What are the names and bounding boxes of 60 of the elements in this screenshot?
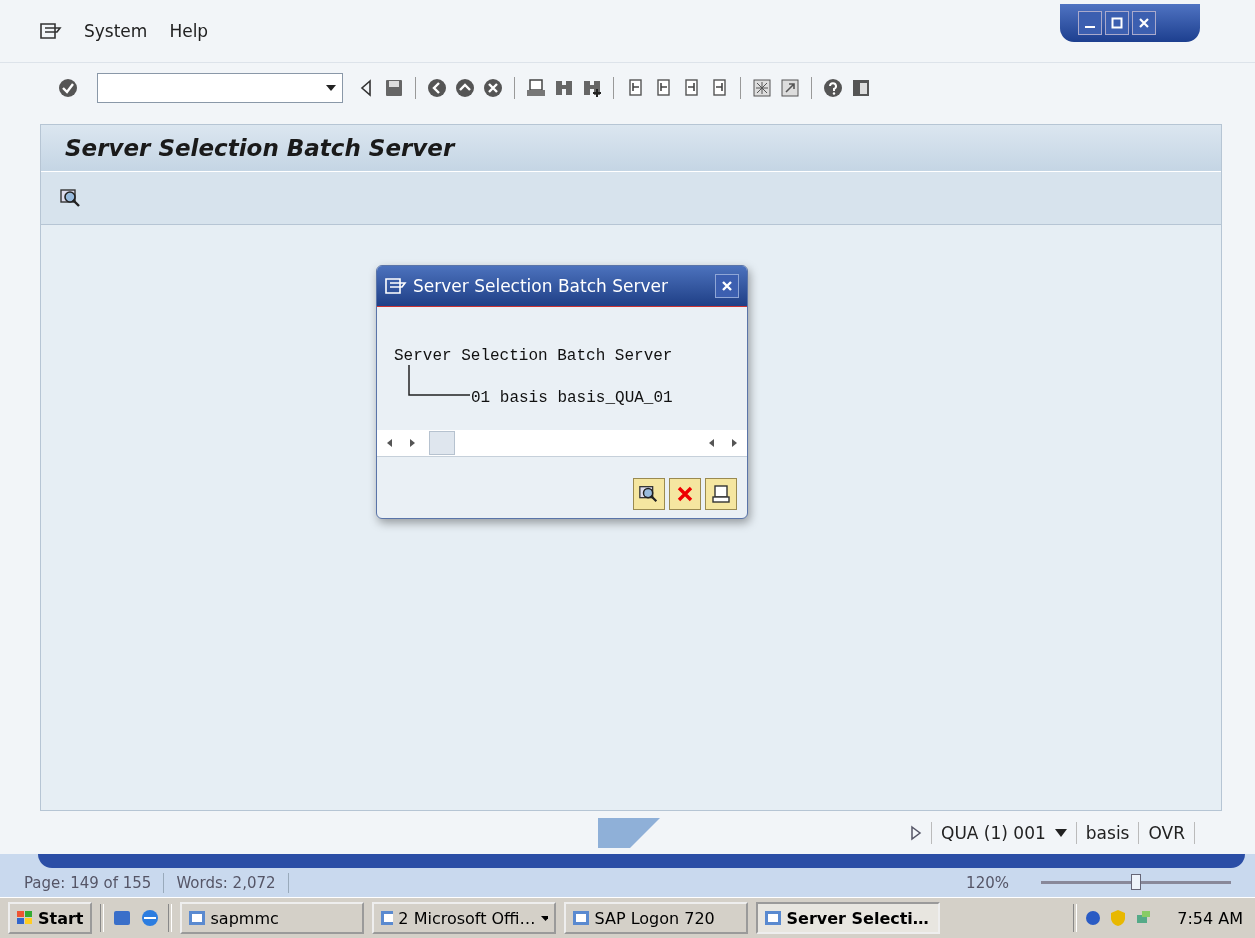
close-button[interactable] bbox=[715, 274, 739, 298]
taskbar-button[interactable]: 2 Microsoft Offi… bbox=[371, 902, 556, 934]
window-grid-icon[interactable] bbox=[751, 77, 773, 99]
word-count: Words: 2,072 bbox=[176, 873, 276, 892]
layout-icon[interactable] bbox=[850, 77, 872, 99]
minimize-button[interactable] bbox=[1078, 11, 1102, 35]
dropdown-caret-icon[interactable] bbox=[1054, 828, 1067, 837]
cancel-button[interactable] bbox=[669, 477, 701, 510]
print-icon bbox=[711, 483, 731, 504]
scroll-left-icon[interactable] bbox=[385, 438, 395, 448]
expand-arrow-icon[interactable] bbox=[910, 824, 922, 841]
circle-up-icon[interactable] bbox=[454, 77, 476, 99]
windows-flag-icon bbox=[16, 910, 34, 926]
dialog-menu-icon[interactable] bbox=[385, 278, 407, 294]
maximize-button[interactable] bbox=[1105, 11, 1129, 35]
zoom-slider-thumb[interactable] bbox=[1131, 874, 1141, 890]
page-count: Page: 149 of 155 bbox=[24, 873, 152, 892]
start-button[interactable]: Start bbox=[8, 902, 92, 934]
caret-icon bbox=[540, 915, 548, 921]
select-button[interactable] bbox=[633, 477, 665, 510]
window-icon bbox=[763, 909, 782, 927]
save-icon[interactable] bbox=[383, 77, 405, 99]
clock: 7:54 AM bbox=[1177, 908, 1243, 928]
dialog-title: Server Selection Batch Server bbox=[413, 276, 669, 296]
menu-icon[interactable] bbox=[40, 23, 62, 39]
zoom-level: 120% bbox=[966, 873, 1009, 892]
system-info: QUA (1) 001 bbox=[941, 822, 1046, 843]
taskbar-button[interactable]: SAP Logon 720 bbox=[563, 902, 748, 934]
minimize-icon bbox=[1085, 26, 1095, 28]
dropdown-caret-icon[interactable] bbox=[326, 85, 336, 91]
tree-connector bbox=[408, 365, 470, 399]
maximize-icon bbox=[1111, 17, 1123, 29]
print-icon[interactable] bbox=[525, 77, 547, 99]
menu-item[interactable]: System bbox=[84, 21, 148, 41]
circle-cancel-icon[interactable] bbox=[482, 77, 504, 99]
horizontal-scrollbar[interactable] bbox=[377, 430, 747, 456]
sap-logo-icon bbox=[598, 818, 660, 848]
window-icon bbox=[187, 909, 206, 927]
cancel-icon bbox=[676, 484, 694, 503]
print-button[interactable] bbox=[705, 477, 737, 510]
user-name: basis bbox=[1085, 822, 1130, 843]
screen-title: Server Selection Batch Server bbox=[65, 135, 455, 161]
command-field[interactable] bbox=[97, 73, 343, 103]
close-icon bbox=[1138, 17, 1150, 29]
close-icon bbox=[721, 280, 733, 292]
menu-item[interactable]: Help bbox=[169, 21, 209, 41]
taskbar-button[interactable]: Server Selecti… bbox=[755, 902, 940, 934]
tree-node[interactable]: Server Selection Batch Server bbox=[394, 347, 673, 365]
close-button[interactable] bbox=[1132, 11, 1156, 35]
taskbar-button[interactable]: sapmmc bbox=[179, 902, 364, 934]
scroll-left-icon[interactable] bbox=[707, 438, 717, 448]
scroll-right-icon[interactable] bbox=[729, 438, 739, 448]
tree-node[interactable]: 01 basis basis_QUA_01 bbox=[471, 389, 673, 407]
circle-left-icon[interactable] bbox=[426, 77, 448, 99]
check-icon[interactable] bbox=[57, 77, 79, 99]
window-icon bbox=[379, 909, 394, 927]
scroll-thumb[interactable] bbox=[429, 431, 455, 455]
insert-mode: OVR bbox=[1148, 822, 1185, 843]
scroll-right-icon[interactable] bbox=[407, 438, 417, 448]
window-icon bbox=[571, 909, 590, 927]
